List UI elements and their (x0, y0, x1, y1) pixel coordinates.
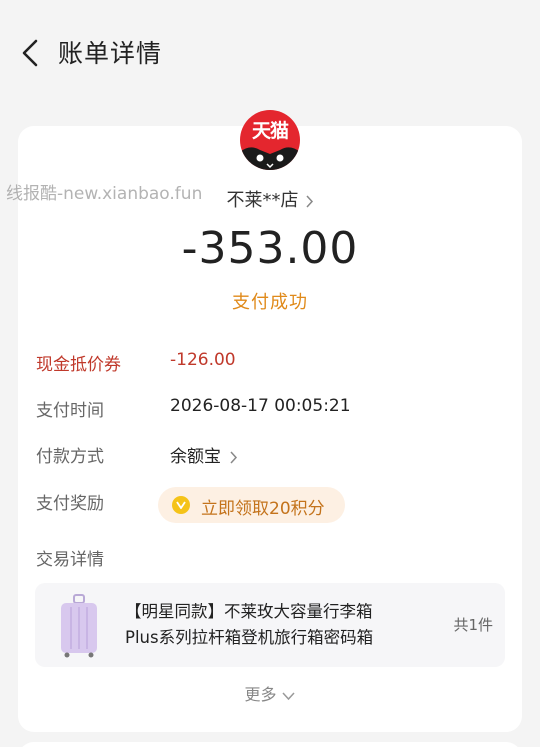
next-card (18, 742, 522, 747)
payment-status: 支付成功 (232, 292, 308, 313)
page-title: 账单详情 (58, 39, 163, 68)
product-title: 【明星同款】不莱玫大容量行李箱 Plus系列拉杆箱登机旅行箱密码箱 (125, 599, 425, 651)
pay-method-label: 付款方式 (36, 447, 104, 467)
coupon-label: 现金抵价券 (36, 355, 121, 375)
merchant-name: 不莱**店 (226, 190, 299, 211)
more-label: 更多 (244, 685, 277, 704)
product-title-line1: 【明星同款】不莱玫大容量行李箱 (125, 602, 373, 621)
logo-text: 天猫 (251, 120, 289, 142)
merchant-logo: 天猫 (240, 110, 300, 170)
reward-label: 支付奖励 (36, 494, 104, 514)
merchant-name-link[interactable]: 不莱**店 (0, 186, 540, 212)
suitcase-image (61, 594, 97, 658)
chevron-left-icon (22, 39, 38, 67)
pay-method-value: 余额宝 (170, 447, 221, 467)
claim-points-button[interactable]: 立即领取20积分 (158, 487, 345, 523)
pay-time-value: 2026-08-17 00:05:21 (170, 396, 351, 416)
payment-amount: -353.00 (181, 223, 359, 274)
trade-details-label: 交易详情 (36, 550, 104, 570)
more-button[interactable]: 更多 (0, 681, 540, 705)
back-button[interactable] (14, 34, 46, 72)
points-coin-icon (172, 496, 190, 514)
product-count: 共1件 (453, 616, 493, 634)
pay-method-link[interactable]: 余额宝 (170, 442, 238, 467)
product-title-line2: Plus系列拉杆箱登机旅行箱密码箱 (125, 628, 374, 647)
chevron-down-icon (281, 691, 295, 700)
chevron-right-icon (305, 194, 313, 208)
reward-text: 立即领取20积分 (201, 499, 325, 519)
chevron-right-icon (230, 450, 238, 464)
product-item[interactable]: 【明星同款】不莱玫大容量行李箱 Plus系列拉杆箱登机旅行箱密码箱 共1件 (35, 583, 505, 667)
tmall-cat-icon (240, 147, 300, 170)
header-bar: 账单详情 (0, 0, 540, 105)
pay-time-label: 支付时间 (36, 401, 104, 421)
coupon-value: -126.00 (170, 350, 236, 370)
